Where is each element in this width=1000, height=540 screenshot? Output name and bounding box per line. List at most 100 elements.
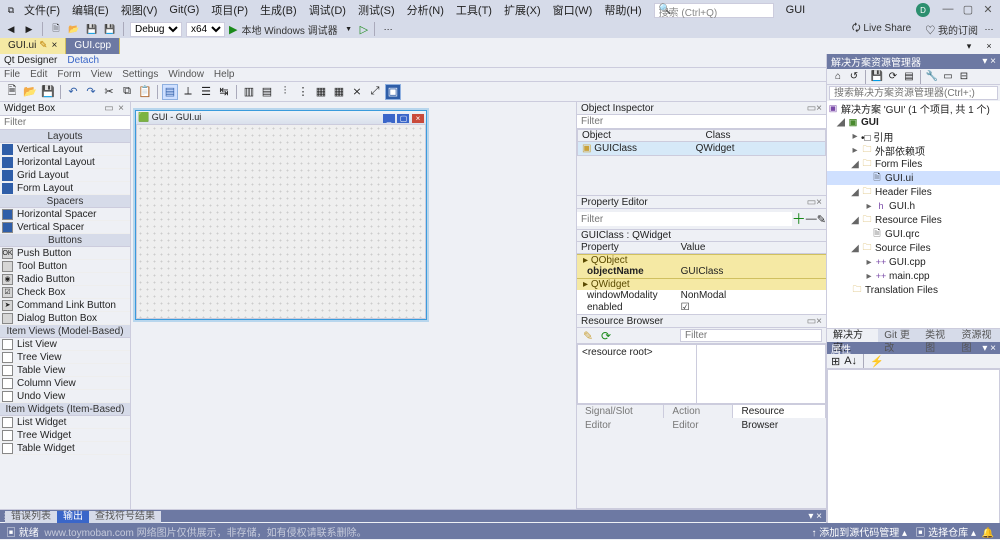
prop-cat-icon[interactable]: ⊞ [831, 355, 840, 368]
menu-git[interactable]: Git(G) [163, 2, 205, 18]
item-tool-button[interactable]: Tool Button [0, 260, 130, 273]
qt-tab-edit-icon[interactable]: ↹ [216, 84, 232, 100]
qt-lay-vsplit-icon[interactable]: ⋮ [295, 84, 311, 100]
rb-edit-icon[interactable]: ✎ [581, 329, 595, 343]
prop-az-icon[interactable]: A↓ [844, 355, 857, 367]
prop-events-icon[interactable]: ⚡ [870, 355, 884, 368]
out-close-icon[interactable]: × [816, 511, 822, 522]
se-pin-icon[interactable]: ▾ [982, 56, 987, 67]
tab-close-icon[interactable]: × [52, 40, 58, 51]
qt-lay-grid-icon[interactable]: ▦ [313, 84, 329, 100]
menu-test[interactable]: 测试(S) [352, 0, 401, 20]
qt-menu-view[interactable]: View [91, 69, 113, 80]
tree-gui-qrc[interactable]: 🗎GUI.qrc [827, 227, 1000, 241]
user-avatar[interactable]: D [916, 3, 930, 17]
debug-target[interactable]: 本地 Windows 调试器 [241, 22, 337, 37]
item-grid-layout[interactable]: Grid Layout [0, 169, 130, 182]
form-close-icon[interactable]: × [412, 114, 424, 123]
item-dialog-buttonbox[interactable]: Dialog Button Box [0, 312, 130, 325]
status-add-source[interactable]: ↑ 添加到源代码管理 ▴ [811, 528, 907, 539]
se-properties-icon[interactable]: 🔧 [925, 70, 939, 84]
tab-signal-slot[interactable]: Signal/Slot Editor [577, 405, 664, 418]
item-tree-view[interactable]: Tree View [0, 351, 130, 364]
menu-view[interactable]: 视图(V) [115, 0, 164, 20]
se-showall-icon[interactable]: ▤ [902, 70, 916, 84]
tree-header-files[interactable]: ◢🗀Header Files [827, 185, 1000, 199]
solution-search[interactable] [829, 86, 998, 100]
item-vertical-layout[interactable]: Vertical Layout [0, 143, 130, 156]
save-all-icon[interactable]: 💾 [103, 22, 117, 36]
menu-ext[interactable]: 扩展(X) [498, 0, 547, 20]
menu-debug[interactable]: 调试(D) [303, 0, 352, 20]
start-noDebug-icon[interactable]: ▷ [360, 23, 368, 36]
item-undo-view[interactable]: Undo View [0, 390, 130, 403]
tree-solution[interactable]: ▣解决方案 'GUI' (1 个项目, 共 1 个) [827, 101, 1000, 115]
live-share[interactable]: 🗘 Live Share [852, 21, 912, 38]
qt-buddy-edit-icon[interactable]: ☰ [198, 84, 214, 100]
item-check-box[interactable]: ☑Check Box [0, 286, 130, 299]
pe-wrench-icon[interactable]: ✎ [817, 213, 826, 226]
tree-gui-ui[interactable]: 🗎GUI.ui [827, 171, 1000, 185]
qt-new-icon[interactable]: 🗎 [4, 84, 20, 100]
nav-back-icon[interactable]: ◀ [4, 22, 18, 36]
oi-close-icon[interactable]: × [816, 103, 822, 114]
pe-close-icon[interactable]: × [816, 197, 822, 208]
qt-preview-icon[interactable]: ▣ [385, 84, 401, 100]
pe-filter[interactable] [577, 212, 792, 226]
menu-analyze[interactable]: 分析(N) [401, 0, 450, 20]
tab-gui-ui[interactable]: GUI.ui ✎× [0, 38, 66, 54]
qt-menu-help[interactable]: Help [214, 69, 235, 80]
tree-form-files[interactable]: ◢🗀Form Files [827, 157, 1000, 171]
qt-signal-edit-icon[interactable]: ⟂ [180, 84, 196, 100]
menu-file[interactable]: 文件(F) [18, 0, 66, 20]
qt-open-icon[interactable]: 📂 [22, 84, 38, 100]
designer-canvas[interactable]: 🟩 GUI - GUI.ui _ ▢ × [131, 102, 576, 509]
tb-misc-icon[interactable]: ⋯ [381, 22, 395, 36]
item-horizontal-layout[interactable]: Horizontal Layout [0, 156, 130, 169]
qt-lay-form-icon[interactable]: ▦ [331, 84, 347, 100]
oi-filter[interactable] [577, 115, 826, 129]
widget-box-list[interactable]: Layouts Vertical Layout Horizontal Layou… [0, 130, 130, 509]
tab-error-list[interactable]: 错误列表 [5, 511, 57, 523]
se-home-icon[interactable]: ⌂ [831, 70, 845, 84]
tab-action-editor[interactable]: Action Editor [664, 405, 733, 418]
tab-find-symbols[interactable]: 查找符号结果 [89, 511, 161, 523]
qt-break-lay-icon[interactable]: ⨯ [349, 84, 365, 100]
doc-close-all-icon[interactable]: × [982, 39, 996, 53]
tree-source-files[interactable]: ◢🗀Source Files [827, 241, 1000, 255]
tree-gui-h[interactable]: ▸hGUI.h [827, 199, 1000, 213]
item-command-link[interactable]: ➤Command Link Button [0, 299, 130, 312]
qt-menu-edit[interactable]: Edit [30, 69, 47, 80]
panel-close-icon[interactable]: × [116, 103, 126, 114]
menu-tools[interactable]: 工具(T) [450, 0, 498, 20]
item-table-widget[interactable]: Table Widget [0, 442, 130, 455]
rb-reload-icon[interactable]: ⟳ [599, 329, 613, 343]
form-body[interactable] [136, 124, 426, 319]
pe-section-qobject[interactable]: ▸ QObject [577, 254, 826, 266]
tree-translation-files[interactable]: 🗀Translation Files [827, 283, 1000, 297]
item-list-widget[interactable]: List Widget [0, 416, 130, 429]
qt-cut-icon[interactable]: ✂ [101, 84, 117, 100]
se-view-icon[interactable]: ▭ [941, 70, 955, 84]
rb-filter[interactable] [680, 329, 822, 342]
menu-project[interactable]: 项目(P) [205, 0, 254, 20]
pe-section-qwidget[interactable]: ▸ QWidget [577, 278, 826, 290]
qt-menu-settings[interactable]: Settings [122, 69, 158, 80]
item-form-layout[interactable]: Form Layout [0, 182, 130, 195]
tree-main-cpp[interactable]: ▸++main.cpp [827, 269, 1000, 283]
pe-minus-icon[interactable]: — [806, 213, 817, 225]
item-hspacer[interactable]: Horizontal Spacer [0, 208, 130, 221]
qt-save-icon[interactable]: 💾 [40, 84, 56, 100]
qt-adjust-icon[interactable]: ⤢ [367, 84, 383, 100]
qt-menu-window[interactable]: Window [168, 69, 204, 80]
item-table-view[interactable]: Table View [0, 364, 130, 377]
status-bell-icon[interactable]: 🔔 [982, 528, 994, 539]
item-radio-button[interactable]: ◉Radio Button [0, 273, 130, 286]
menu-window[interactable]: 窗口(W) [547, 0, 599, 20]
tab-resource-browser[interactable]: Resource Browser [733, 405, 826, 418]
qt-menu-file[interactable]: File [4, 69, 20, 80]
item-push-button[interactable]: OKPush Button [0, 247, 130, 260]
rb-close-icon[interactable]: × [816, 316, 822, 327]
pe-row-modality[interactable]: windowModalityNonModal [577, 290, 826, 302]
panel-float-icon[interactable]: ▭ [104, 103, 114, 114]
